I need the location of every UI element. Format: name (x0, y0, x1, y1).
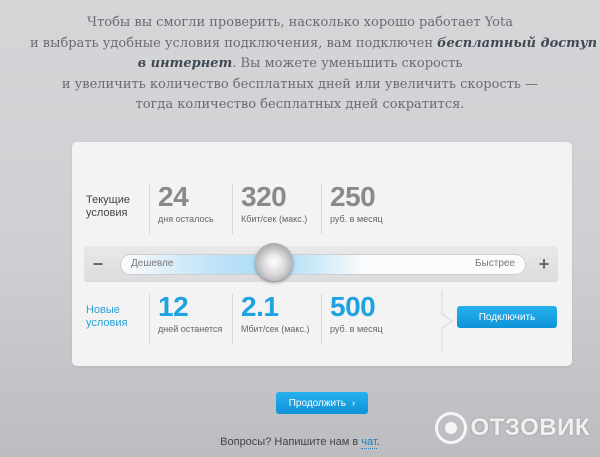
intro-bold-free-access: бесплатный доступ (437, 35, 598, 51)
intro-line-2: и выбрать удобные условия подключения, в… (30, 34, 597, 55)
current-speed-unit: Кбит/сек (макс.) (241, 214, 308, 224)
speed-slider-track[interactable]: Дешевле Быстрее (120, 254, 526, 275)
current-days: 24 дня осталось (158, 180, 214, 224)
current-price-value: 250 (330, 181, 376, 212)
new-speed: 2.1 Мбит/сек (макс.) (241, 290, 309, 334)
divider (232, 184, 233, 234)
intro-line-3: в интернет. Вы можете уменьшить скорость (30, 54, 570, 75)
divider (232, 294, 233, 344)
footer-end: . (376, 436, 380, 448)
new-conditions-label: Новые условия (86, 304, 127, 330)
speed-slider-band: − Дешевле Быстрее + (84, 243, 558, 282)
slider-knob[interactable] (254, 243, 293, 281)
current-days-unit: дня осталось (158, 214, 214, 224)
current-price: 250 руб. в месяц (330, 180, 383, 224)
new-price-value: 500 (330, 291, 376, 322)
intro-line-4: и увеличить количество бесплатных дней и… (61, 76, 539, 92)
chat-link[interactable]: чат (361, 436, 377, 449)
new-label-line2: условия (86, 317, 128, 329)
decrease-button[interactable]: − (88, 254, 108, 274)
new-speed-value: 2.1 (241, 291, 279, 322)
chevron-separator-icon (441, 290, 453, 352)
watermark-text: ОТЗОВИК (470, 414, 590, 441)
slider-label-cheaper: Дешевле (131, 258, 174, 269)
slider-label-faster: Быстрее (474, 258, 515, 269)
current-conditions-row: Текущие условия 24 дня осталось 320 Кбит… (72, 180, 572, 242)
current-conditions-label: Текущие условия (86, 194, 130, 220)
current-price-unit: руб. в месяц (330, 214, 383, 224)
current-speed: 320 Кбит/сек (макс.) (241, 180, 307, 224)
intro-line-3-text: . Вы можете уменьшить скорость (232, 56, 463, 71)
increase-button[interactable]: + (534, 254, 554, 274)
new-speed-unit: Мбит/сек (макс.) (241, 324, 310, 334)
chevron-right-icon: › (351, 398, 356, 409)
current-days-value: 24 (158, 181, 189, 212)
new-price-unit: руб. в месяц (330, 324, 383, 334)
new-days-unit: дней останется (158, 324, 223, 334)
otzovik-watermark: ОТЗОВИК (434, 410, 590, 446)
current-label-line1: Текущие (86, 194, 130, 206)
tariff-card: Текущие условия 24 дня осталось 320 Кбит… (72, 142, 572, 366)
new-days-value: 12 (158, 291, 189, 322)
new-days: 12 дней останется (158, 290, 222, 334)
divider (321, 184, 322, 234)
new-conditions-row: Новые условия 12 дней останется 2.1 Мбит… (72, 290, 572, 352)
intro-text: Чтобы вы смогли проверить, насколько хор… (30, 0, 597, 116)
intro-line-5: тогда количество бесплатных дней сократи… (135, 97, 465, 112)
divider (149, 184, 150, 234)
connect-button[interactable]: Подключить (457, 306, 557, 328)
continue-button-label: Продолжить (288, 398, 346, 409)
new-label-line1: Новые (86, 304, 120, 316)
intro-line-2-text: и выбрать удобные условия подключения, в… (30, 35, 438, 51)
otzovik-logo-icon (434, 412, 467, 444)
intro-bold-internet: в интернет (137, 56, 233, 71)
divider (321, 294, 322, 344)
intro-line-1: Чтобы вы смогли проверить, насколько хор… (87, 15, 513, 30)
new-price: 500 руб. в месяц (330, 290, 383, 334)
divider (149, 294, 150, 344)
continue-button[interactable]: Продолжить › (276, 392, 368, 414)
footer-text: Вопросы? Напишите нам в (220, 436, 362, 448)
current-label-line2: условия (86, 207, 128, 219)
current-speed-value: 320 (241, 181, 287, 212)
